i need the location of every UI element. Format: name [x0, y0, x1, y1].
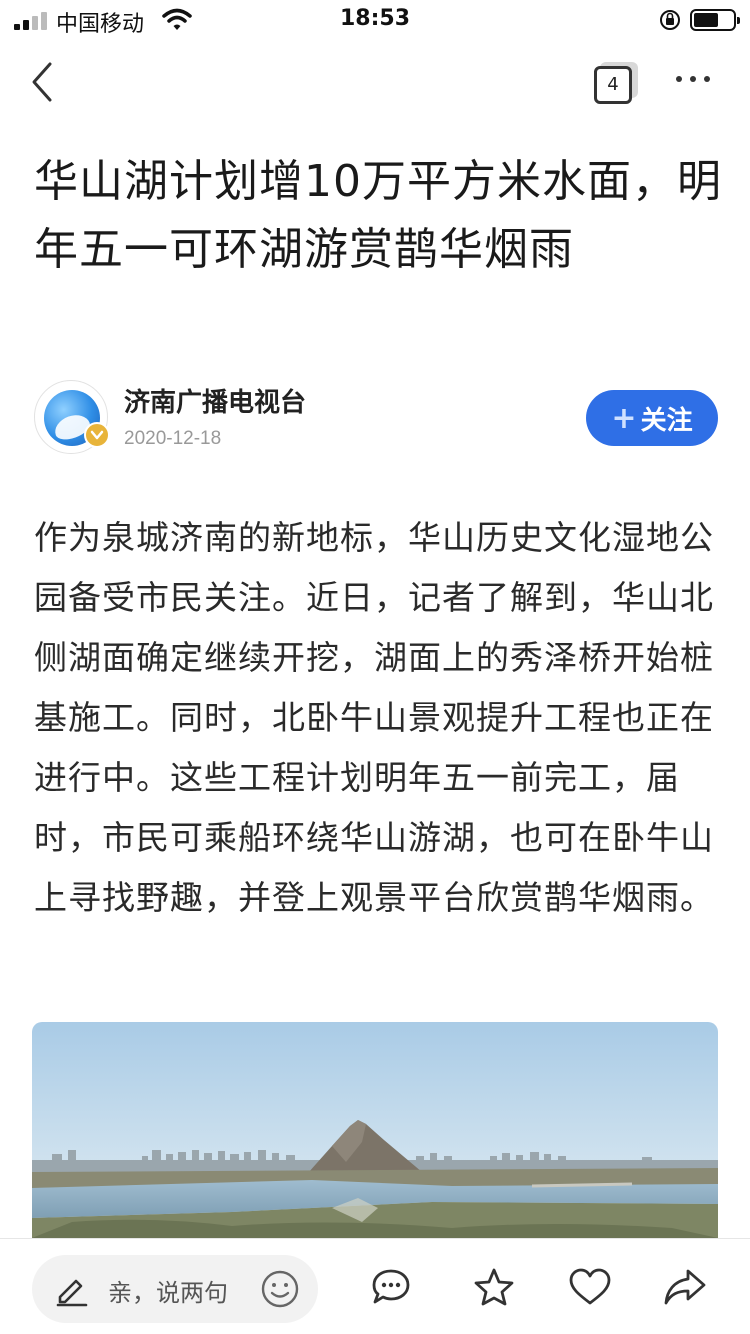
rotation-lock-icon [658, 8, 682, 36]
lake-mountain-image [32, 1022, 718, 1238]
plus-icon: + [611, 400, 637, 436]
comment-placeholder: 亲，说两句 [108, 1279, 228, 1307]
emoji-icon[interactable] [260, 1269, 300, 1313]
comment-icon[interactable] [370, 1267, 412, 1311]
tabs-count: 4 [594, 66, 632, 104]
article-body: 作为泉城济南的新地标，华山历史文化湿地公园备受市民关注。近日，记者了解到，华山北… [34, 518, 714, 917]
chevron-left-icon [32, 62, 52, 102]
tabs-count-button[interactable]: 4 [594, 62, 638, 104]
article-title: 华山湖计划增10万平方米水面，明年五一可环湖游赏鹊华烟雨 [34, 156, 722, 275]
status-bar: 中国移动 18:53 [0, 0, 750, 40]
publish-date: 2020-12-18 [124, 428, 222, 449]
nav-bar: 4 [0, 40, 750, 130]
pen-icon [54, 1271, 90, 1311]
article-photo[interactable] [32, 1022, 718, 1238]
heart-icon[interactable] [568, 1267, 612, 1311]
more-icon [676, 76, 682, 82]
clock: 18:53 [339, 6, 411, 31]
more-button[interactable] [676, 76, 710, 82]
author-name[interactable]: 济南广播电视台 [124, 382, 306, 419]
verified-badge-icon [84, 422, 110, 448]
follow-button[interactable]: + 关注 [586, 390, 718, 446]
back-button[interactable] [26, 60, 62, 104]
bottom-action-bar: 亲，说两句 [0, 1238, 750, 1334]
follow-label: 关注 [640, 405, 693, 436]
share-icon[interactable] [662, 1267, 708, 1311]
comment-input[interactable]: 亲，说两句 [32, 1255, 318, 1323]
star-icon[interactable] [472, 1267, 516, 1311]
battery-icon [690, 9, 740, 31]
